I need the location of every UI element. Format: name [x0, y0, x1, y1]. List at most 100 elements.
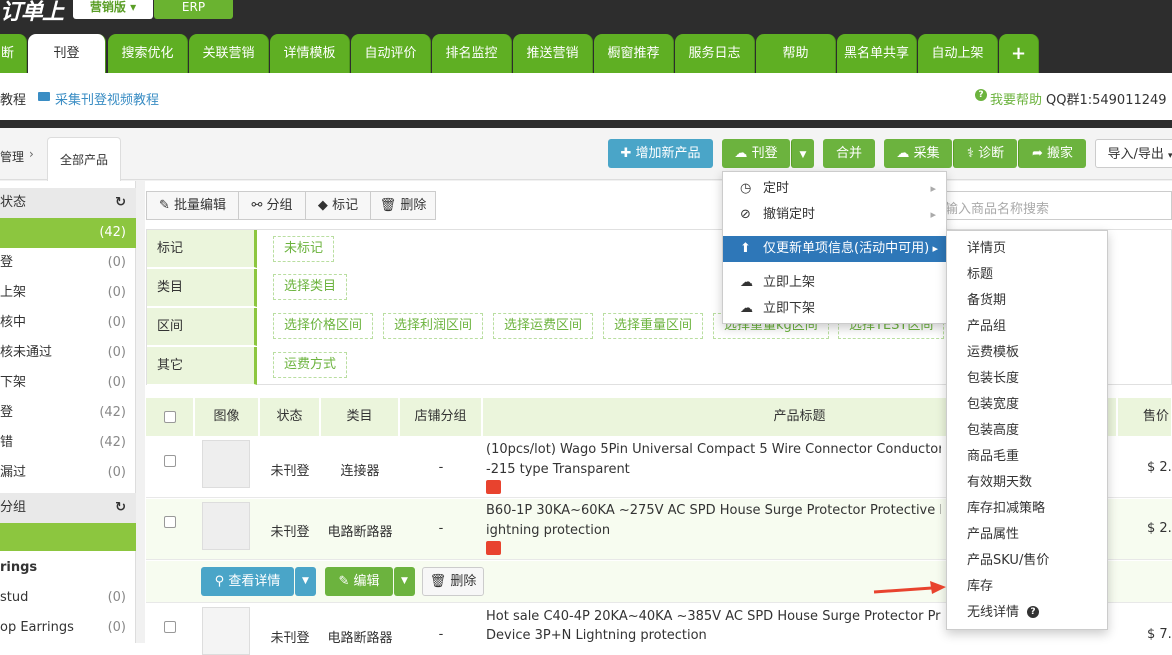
row-checkbox[interactable] [164, 621, 176, 633]
row-title-line1[interactable]: B60-1P 30KA~60KA ~275V AC SPD House Surg… [486, 503, 941, 518]
nav-tab-auto-list[interactable]: 自动上架 [918, 34, 998, 73]
product-thumbnail[interactable] [202, 440, 250, 488]
video-tutorial-link[interactable]: 采集刊登视频教程 [55, 89, 159, 108]
submenu-item[interactable]: 标题 [947, 262, 1107, 288]
diagnose-button[interactable]: ⚕ 诊断 [953, 139, 1017, 168]
nav-tab-related-marketing[interactable]: 关联营销 [189, 34, 269, 73]
nav-tab-help[interactable]: 帮助 [756, 34, 836, 73]
view-dropdown-toggle[interactable]: ▼ [295, 567, 316, 596]
sidebar-group-all[interactable] [0, 523, 136, 551]
publish-button[interactable]: ☁ 刊登 [722, 139, 790, 168]
row-group: - [438, 460, 444, 475]
row-checkbox[interactable] [164, 455, 176, 467]
menu-item-schedule[interactable]: ◷ 定时 ▸ [723, 176, 946, 202]
filter-tag[interactable]: 未标记 [273, 236, 335, 262]
breadcrumb-parent[interactable]: 管理 [0, 148, 24, 165]
publish-dropdown-toggle[interactable]: ▼ [791, 139, 814, 168]
filter-tag[interactable]: 运费方式 [273, 352, 348, 378]
submenu-item[interactable]: 产品SKU/售价 [947, 548, 1107, 574]
sidebar-status-item[interactable]: 下架 (0) [0, 368, 136, 398]
submenu-item[interactable]: 包装宽度 [947, 392, 1107, 418]
view-details-button[interactable]: ⚲ 查看详情 [201, 567, 294, 596]
help-icon: ? [975, 89, 987, 101]
delete-button[interactable]: 🗑 删除 [370, 191, 436, 220]
group-button[interactable]: ⚯ 分组 [238, 191, 306, 220]
filter-tag[interactable]: 选择价格区间 [273, 313, 374, 339]
menu-item-update-single[interactable]: ⬆ 仅更新单项信息(活动中可用) ▸ [723, 236, 946, 262]
nav-tab-rank-monitor[interactable]: 排名监控 [432, 34, 512, 73]
question-icon[interactable]: ? [1027, 606, 1039, 618]
row-title-line2[interactable]: ightning protection [486, 523, 610, 538]
filter-tag[interactable]: 选择运费区间 [493, 313, 594, 339]
filter-tag[interactable]: 选择重量区间 [603, 313, 704, 339]
nav-tab-blacklist[interactable]: 黑名单共享 [837, 34, 917, 73]
nav-tab-0[interactable]: 断 [0, 34, 27, 73]
version-marketing-button[interactable]: 营销版 ▾ [73, 0, 153, 19]
logo[interactable]: 订单上 [0, 0, 64, 26]
row-title-line2[interactable]: Device 3P+N Lightning protection [486, 628, 707, 643]
nav-tab-detail-template[interactable]: 详情模板 [270, 34, 350, 73]
submenu-item[interactable]: 有效期天数 [947, 470, 1107, 496]
help-link[interactable]: 我要帮助 [990, 89, 1042, 108]
menu-item-delist-now[interactable]: ☁ 立即下架 [723, 296, 946, 322]
breadcrumb-current-tab[interactable]: 全部产品 [47, 137, 121, 181]
sidebar-status-item[interactable]: 核中 (0) [0, 308, 136, 338]
sidebar-status-item[interactable]: 登 (42) [0, 398, 136, 428]
submenu-item-inventory[interactable]: 库存 [947, 574, 1107, 600]
merge-button[interactable]: 合并 [823, 139, 875, 168]
move-button[interactable]: ➦ 搬家 [1018, 139, 1086, 168]
submenu-item[interactable]: 无线详情 [947, 600, 1019, 626]
collect-button[interactable]: ☁ 采集 [884, 139, 952, 168]
row-title-line2[interactable]: -215 type Transparent [486, 462, 630, 477]
nav-tab-service-log[interactable]: 服务日志 [675, 34, 755, 73]
submenu-item[interactable]: 备货期 [947, 288, 1107, 314]
submenu-item[interactable]: 商品毛重 [947, 444, 1107, 470]
nav-tab-search-optimize[interactable]: 搜索优化 [108, 34, 188, 73]
sidebar-status-item[interactable]: 漏过 (0) [0, 458, 136, 488]
submenu-item[interactable]: 包装长度 [947, 366, 1107, 392]
product-thumbnail[interactable] [202, 607, 250, 655]
sidebar-group-item[interactable]: op Earrings (0) [0, 613, 136, 643]
version-erp-button[interactable]: ERP [154, 0, 233, 19]
refresh-icon[interactable]: ↻ [115, 188, 126, 218]
tutorial-link[interactable]: 教程 [0, 89, 26, 108]
edit-dropdown-toggle[interactable]: ▼ [394, 567, 415, 596]
submenu-item[interactable]: 产品组 [947, 314, 1107, 340]
nav-tab-add[interactable]: + [999, 34, 1039, 73]
row-title-line1[interactable]: Hot sale C40-4P 20KA~40KA ~385V AC SPD H… [486, 609, 941, 624]
search-input[interactable]: 输入商品名称搜索 [940, 191, 1172, 220]
menu-item-cancel-schedule[interactable]: ⊘ 撤销定时 ▸ [723, 202, 946, 228]
row-checkbox[interactable] [164, 516, 176, 528]
row-title-line1[interactable]: (10pcs/lot) Wago 5Pin Universal Compact … [486, 442, 941, 457]
sidebar-group-item[interactable]: rings [0, 553, 136, 583]
sidebar-group-item[interactable]: stud (0) [0, 583, 136, 613]
row-delete-button[interactable]: 🗑 删除 [422, 567, 484, 596]
submenu-item[interactable]: 包装高度 [947, 418, 1107, 444]
nav-tab-window-recommend[interactable]: 橱窗推荐 [594, 34, 674, 73]
filter-tag[interactable]: 选择类目 [273, 274, 348, 300]
sidebar-status-item[interactable]: 核未通过 (0) [0, 338, 136, 368]
select-all-checkbox[interactable] [163, 411, 176, 423]
menu-item-list-now[interactable]: ☁ 立即上架 [723, 270, 946, 296]
submenu-item[interactable]: 详情页 [947, 236, 1107, 262]
nav-tab-auto-review[interactable]: 自动评价 [351, 34, 431, 73]
sidebar-status-item[interactable]: 上架 (0) [0, 278, 136, 308]
nav-tab-publish[interactable]: 刊登 [28, 34, 106, 73]
th-image: 图像 [195, 398, 259, 436]
batch-edit-button[interactable]: ✎ 批量编辑 [146, 191, 239, 220]
tag-button[interactable]: ◆ 标记 [305, 191, 371, 220]
import-export-button[interactable]: 导入/导出 ▾ [1095, 139, 1172, 168]
edit-button[interactable]: ✎ 编辑 [325, 567, 393, 596]
submenu-item[interactable]: 产品属性 [947, 522, 1107, 548]
sidebar-status-item[interactable]: 错 (42) [0, 428, 136, 458]
product-thumbnail[interactable] [202, 502, 250, 550]
add-product-button[interactable]: ✚ 增加新产品 [608, 139, 713, 168]
refresh-icon[interactable]: ↻ [115, 493, 126, 523]
sidebar-status-item[interactable]: 登 (0) [0, 248, 136, 278]
submenu-item[interactable]: 库存扣减策略 [947, 496, 1107, 522]
nav-tab-push-marketing[interactable]: 推送营销 [513, 34, 593, 73]
filter-tag[interactable]: 选择利润区间 [383, 313, 484, 339]
sidebar-status-all[interactable]: (42) [0, 218, 136, 248]
sidebar-status-header: 状态 ↻ [0, 188, 136, 218]
submenu-item[interactable]: 运费模板 [947, 340, 1107, 366]
